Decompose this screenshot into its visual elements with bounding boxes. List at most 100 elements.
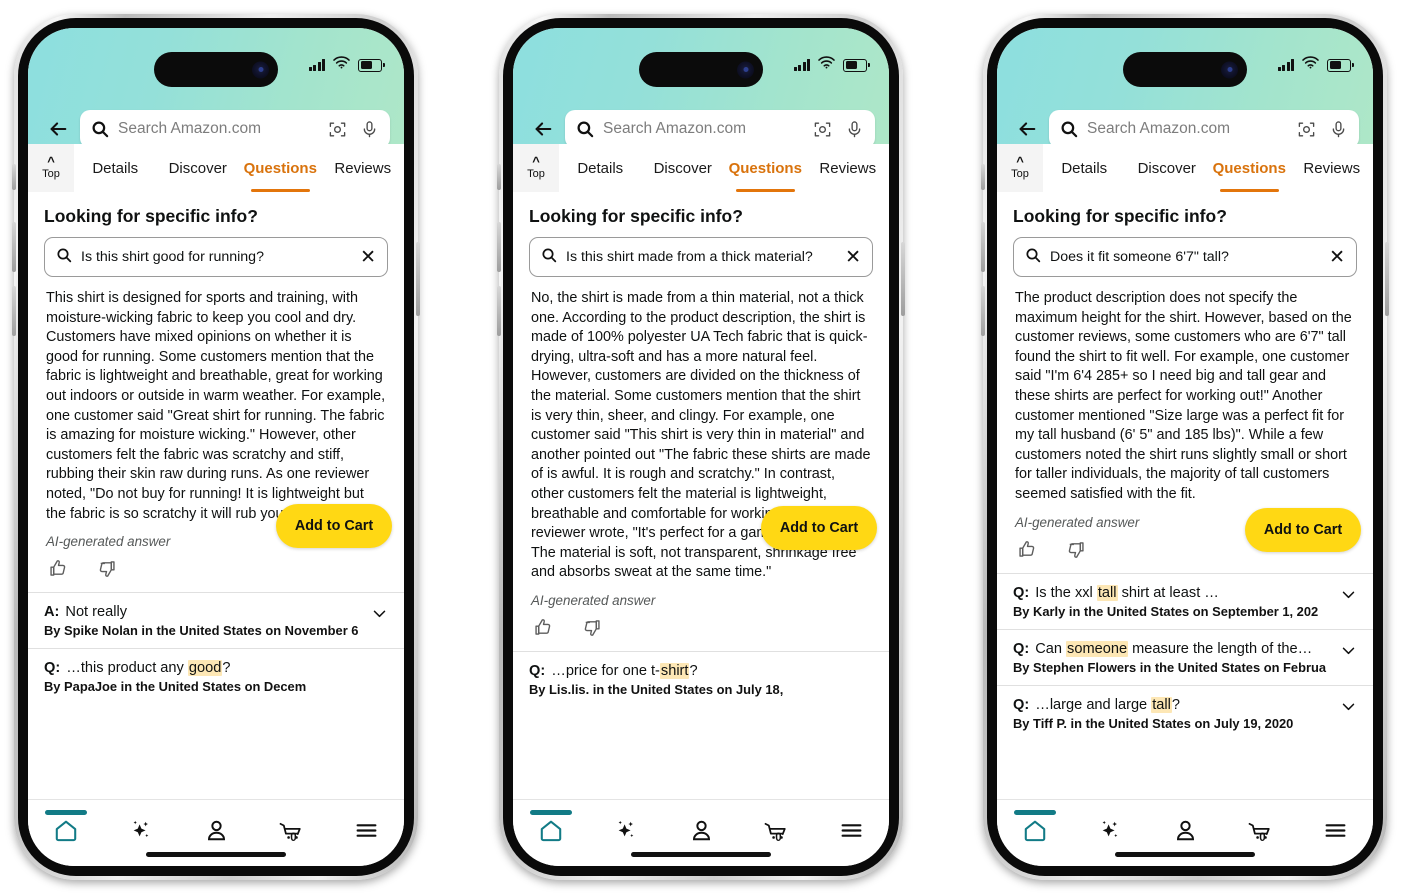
microphone-icon[interactable] [1329,120,1348,139]
tab-discover[interactable]: Discover [1126,144,1209,192]
close-x-icon[interactable]: ✕ [845,248,861,267]
tab-top[interactable]: ^ Top [997,144,1043,192]
camera-lens-icon[interactable] [328,120,347,139]
nav-hamburger-menu[interactable] [329,818,404,848]
search-icon [541,247,557,268]
nav-home[interactable] [28,809,103,849]
list-item[interactable]: Q: Can someone measure the length of the…… [997,628,1373,685]
account-person-icon [689,818,714,848]
thumbs-down-icon[interactable] [96,558,118,580]
home-icon [1022,818,1048,849]
qa-text: Not really [65,604,128,621]
volume-up-button[interactable] [12,222,16,272]
tab-details[interactable]: Details [1043,144,1126,192]
tab-top[interactable]: ^ Top [513,144,559,192]
camera-lens-icon[interactable] [1297,120,1316,139]
volume-up-button[interactable] [981,222,985,272]
search-icon [576,120,594,138]
tab-questions[interactable]: Questions [239,144,322,192]
question-search-input[interactable]: Is this shirt made from a thick material… [529,237,873,277]
nav-ai-sparkle[interactable] [103,817,178,849]
nav-home[interactable] [513,809,588,849]
close-x-icon[interactable]: ✕ [1329,248,1345,267]
thumbs-down-icon[interactable] [581,617,603,639]
power-button[interactable] [901,242,905,316]
tab-reviews[interactable]: Reviews [1291,144,1374,192]
section-tab-bar[interactable]: ^ Top Details Discover Questions Reviews [513,144,889,193]
volume-down-button[interactable] [981,286,985,336]
nav-account-person[interactable] [178,818,253,848]
chevron-down-icon[interactable] [371,605,388,626]
section-tab-bar[interactable]: ^ Top Details Discover Questions Reviews [28,144,404,193]
back-arrow-icon[interactable] [42,113,74,145]
tab-questions[interactable]: Questions [724,144,807,192]
phone-screen: Search Amazon.com ^ Top Details Discover Ques… [513,28,889,866]
section-tab-bar[interactable]: ^ Top Details Discover Questions Reviews [997,144,1373,193]
list-item[interactable]: Q: Is the xxl tall shirt at least … By Kar… [997,572,1373,629]
microphone-icon[interactable] [360,120,379,139]
search-term-highlight: tall [1151,696,1172,713]
volume-down-button[interactable] [12,286,16,336]
nav-shopping-cart[interactable]: 0 [739,817,814,849]
nav-ai-sparkle[interactable] [1072,817,1147,849]
search-term-highlight: tall [1096,584,1118,601]
phone-screen: Search Amazon.com ^ Top Details Discover Ques… [28,28,404,866]
thumbs-up-icon[interactable] [48,558,70,580]
tab-discover[interactable]: Discover [157,144,240,192]
list-item[interactable]: A: Not really By Spike Nolan in the United… [28,592,404,648]
nav-home[interactable] [997,809,1072,849]
question-query-text: Is this shirt good for running? [81,249,264,265]
silence-switch[interactable] [497,164,501,190]
volume-down-button[interactable] [497,286,501,336]
volume-up-button[interactable] [497,222,501,272]
question-search-input[interactable]: Is this shirt good for running? ✕ [44,237,388,277]
silence-switch[interactable] [12,164,16,190]
chevron-down-icon[interactable] [1340,698,1357,719]
tab-top[interactable]: ^ Top [28,144,74,192]
close-x-icon[interactable]: ✕ [360,248,376,267]
dynamic-island [154,52,278,87]
chevron-down-icon[interactable] [1340,642,1357,663]
tab-details[interactable]: Details [74,144,157,192]
add-to-cart-button[interactable]: Add to Cart [1245,508,1361,552]
wifi-icon [1302,56,1319,74]
power-button[interactable] [1385,242,1389,316]
tab-questions[interactable]: Questions [1208,144,1291,192]
nav-account-person[interactable] [1147,818,1222,848]
search-input[interactable]: Search Amazon.com [80,110,390,148]
list-item[interactable]: Q: …this product any good? By PapaJoe in t… [28,648,404,704]
tab-reviews[interactable]: Reviews [807,144,890,192]
microphone-icon[interactable] [845,120,864,139]
phone-mockup-3: Search Amazon.com ^ Top Details Discover Ques… [981,14,1389,880]
camera-lens-icon[interactable] [813,120,832,139]
tab-top-label: Top [1011,167,1029,180]
nav-ai-sparkle[interactable] [588,817,663,849]
search-input[interactable]: Search Amazon.com [565,110,875,148]
add-to-cart-button[interactable]: Add to Cart [761,506,877,550]
front-camera-icon [252,61,269,78]
active-indicator [44,809,87,815]
nav-shopping-cart[interactable]: 0 [1223,817,1298,849]
back-arrow-icon[interactable] [527,113,559,145]
thumbs-up-icon[interactable] [1017,539,1039,561]
thumbs-up-icon[interactable] [533,617,555,639]
tab-discover[interactable]: Discover [642,144,725,192]
list-item[interactable]: Q: …price for one t-shirt? By Lis.lis. in … [513,650,889,707]
silence-switch[interactable] [981,164,985,190]
tab-reviews[interactable]: Reviews [322,144,405,192]
nav-hamburger-menu[interactable] [814,818,889,848]
search-input[interactable]: Search Amazon.com [1049,110,1359,148]
back-arrow-icon[interactable] [1011,113,1043,145]
question-line: A: Not really [44,604,388,620]
add-to-cart-button[interactable]: Add to Cart [276,504,392,548]
page-title: Looking for specific info? [44,206,258,226]
nav-shopping-cart[interactable]: 0 [254,817,329,849]
tab-details[interactable]: Details [559,144,642,192]
nav-account-person[interactable] [663,818,738,848]
nav-hamburger-menu[interactable] [1298,818,1373,848]
chevron-down-icon[interactable] [1340,586,1357,607]
question-search-input[interactable]: Does it fit someone 6'7" tall? ✕ [1013,237,1357,277]
thumbs-down-icon[interactable] [1065,539,1087,561]
power-button[interactable] [416,242,420,316]
list-item[interactable]: Q: …large and large tall? By Tiff P. in th… [997,684,1373,741]
